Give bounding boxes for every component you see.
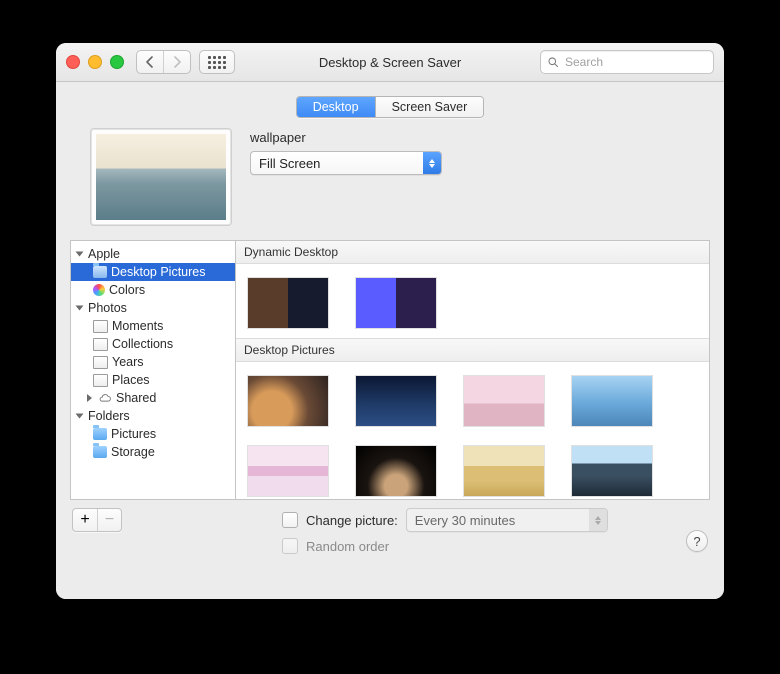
folder-icon [93,428,107,440]
stepper-arrows-icon [423,152,441,174]
list-item-label: Moments [112,319,163,333]
change-picture-checkbox[interactable] [282,512,298,528]
tab-row: Desktop Screen Saver [56,82,724,128]
source-group-apple[interactable]: Apple [71,245,235,263]
list-item-label: Pictures [111,427,156,441]
group-label: Photos [88,301,127,315]
group-label: Folders [88,409,130,423]
dynamic-desktop-grid [236,266,709,338]
minimize-window-button[interactable] [88,55,102,69]
disclosure-triangle-icon[interactable] [76,252,84,257]
tab-screen-saver[interactable]: Screen Saver [375,97,484,117]
wallpaper-info: wallpaper Fill Screen [250,128,442,175]
wallpaper-thumb[interactable] [356,278,436,328]
change-picture-label: Change picture: [306,513,398,528]
cloud-icon [98,392,112,404]
wallpaper-thumb[interactable] [248,446,328,496]
change-interval-popup[interactable]: Every 30 minutes [406,508,608,532]
traffic-lights [66,55,124,69]
titlebar: Desktop & Screen Saver [56,43,724,82]
fill-mode-popup[interactable]: Fill Screen [250,151,442,175]
wallpaper-thumb[interactable] [464,376,544,426]
forward-button[interactable] [164,51,190,73]
source-item-storage-folder[interactable]: Storage [71,443,235,461]
source-item-shared[interactable]: Shared [71,389,235,407]
list-item-label: Years [112,355,144,369]
add-folder-button[interactable]: + [73,509,97,531]
disclosure-triangle-icon[interactable] [87,394,92,402]
tab-segment: Desktop Screen Saver [296,96,485,118]
wallpaper-browser[interactable]: Dynamic Desktop Desktop Pictures [235,240,710,500]
source-group-folders[interactable]: Folders [71,407,235,425]
list-item-label: Collections [112,337,173,351]
folder-icon [93,446,107,458]
bottom-bar: + − Change picture: Every 30 minutes [56,500,724,566]
picture-icon [93,356,108,369]
source-list[interactable]: Apple Desktop Pictures Colors Photos [70,240,235,500]
disclosure-triangle-icon[interactable] [76,414,84,419]
wallpaper-thumb[interactable] [356,376,436,426]
source-item-years[interactable]: Years [71,353,235,371]
preview-row: wallpaper Fill Screen [56,128,724,240]
wallpaper-thumb[interactable] [248,278,328,328]
grid-icon [208,56,226,69]
source-group-photos[interactable]: Photos [71,299,235,317]
wallpaper-thumb[interactable] [356,446,436,496]
preferences-window: Desktop & Screen Saver Desktop Screen Sa… [56,43,724,599]
source-item-collections[interactable]: Collections [71,335,235,353]
split-panes: Apple Desktop Pictures Colors Photos [70,240,710,500]
close-window-button[interactable] [66,55,80,69]
list-item-label: Desktop Pictures [111,265,205,279]
help-button[interactable]: ? [686,530,708,552]
source-item-moments[interactable]: Moments [71,317,235,335]
wallpaper-thumb[interactable] [572,376,652,426]
search-icon [547,56,559,68]
fill-mode-value: Fill Screen [251,156,423,171]
color-wheel-icon [93,284,105,296]
stepper-arrows-icon [589,509,607,531]
nav-buttons [136,50,191,74]
desktop-pictures-grid [236,364,709,500]
picture-icon [93,320,108,333]
source-item-places[interactable]: Places [71,371,235,389]
source-item-desktop-pictures[interactable]: Desktop Pictures [71,263,235,281]
picture-icon [93,374,108,387]
random-order-label: Random order [306,539,389,554]
help-icon: ? [693,534,700,549]
picture-icon [93,338,108,351]
wallpaper-thumb[interactable] [464,446,544,496]
add-remove-buttons: + − [72,508,122,532]
window-body: Desktop Screen Saver wallpaper Fill Scre… [56,82,724,599]
wallpaper-name-label: wallpaper [250,130,442,145]
list-item-label: Places [112,373,150,387]
search-field[interactable] [540,50,714,74]
source-item-pictures-folder[interactable]: Pictures [71,425,235,443]
wallpaper-thumb[interactable] [572,446,652,496]
show-all-button[interactable] [199,50,235,74]
section-header-dynamic: Dynamic Desktop [236,241,709,264]
source-item-colors[interactable]: Colors [71,281,235,299]
change-picture-options: Change picture: Every 30 minutes Random … [282,508,608,554]
list-item-label: Colors [109,283,145,297]
folder-icon [93,266,107,278]
section-header-pictures: Desktop Pictures [236,338,709,362]
remove-folder-button[interactable]: − [97,509,121,531]
random-order-checkbox[interactable] [282,538,298,554]
wallpaper-thumb[interactable] [248,376,328,426]
list-item-label: Shared [116,391,156,405]
disclosure-triangle-icon[interactable] [76,306,84,311]
group-label: Apple [88,247,120,261]
list-item-label: Storage [111,445,155,459]
search-input[interactable] [563,54,722,70]
back-button[interactable] [137,51,164,73]
current-wallpaper-preview [90,128,232,226]
wallpaper-thumbnail [96,134,226,220]
zoom-window-button[interactable] [110,55,124,69]
tab-desktop[interactable]: Desktop [297,97,375,117]
change-interval-value: Every 30 minutes [407,513,589,528]
